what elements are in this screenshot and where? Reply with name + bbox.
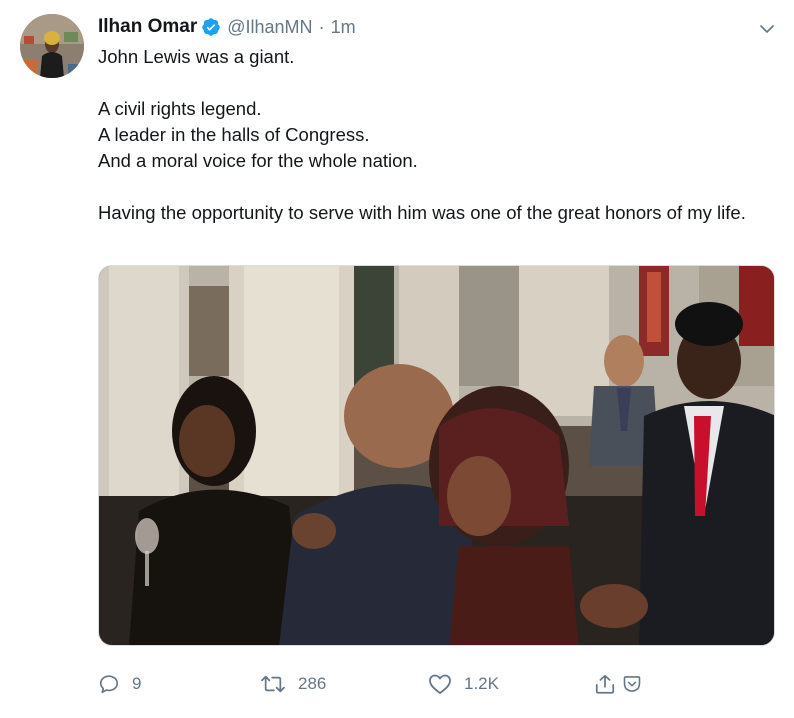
retweet-icon <box>260 673 286 695</box>
line-break <box>98 70 778 96</box>
like-icon <box>428 673 452 695</box>
author-handle[interactable]: @IlhanMN <box>227 17 312 38</box>
avatar[interactable] <box>20 14 84 78</box>
tweet[interactable]: Ilhan Omar @IlhanMN · 1m John Lewis was … <box>0 0 794 718</box>
tweet-line: John Lewis was a giant. <box>98 46 295 67</box>
avatar-image <box>20 14 84 78</box>
tweet-header: Ilhan Omar @IlhanMN · 1m <box>98 14 356 40</box>
reply-count: 9 <box>132 674 142 693</box>
line-break <box>98 174 778 200</box>
tweet-line: A civil rights legend. <box>98 98 262 119</box>
pocket-icon <box>622 674 642 694</box>
author-display-name[interactable]: Ilhan Omar <box>98 16 197 38</box>
share-button[interactable] <box>594 668 616 700</box>
tweet-photo[interactable] <box>98 265 775 646</box>
tweet-text: John Lewis was a giant. A civil rights l… <box>98 44 778 226</box>
photo-scene <box>99 266 774 645</box>
retweet-button[interactable]: 286 <box>260 668 326 700</box>
tweet-timestamp[interactable]: 1m <box>331 17 356 38</box>
reply-icon <box>98 673 120 695</box>
retweet-count: 286 <box>298 674 327 693</box>
share-icon <box>594 673 616 695</box>
verified-badge-icon <box>201 17 221 37</box>
tweet-actions: 9 286 1.2K <box>98 668 778 700</box>
chevron-down-icon[interactable] <box>756 18 778 40</box>
separator-dot: · <box>318 16 325 37</box>
like-count: 1.2K <box>464 674 499 693</box>
tweet-line: Having the opportunity to serve with him… <box>98 202 746 223</box>
reply-button[interactable]: 9 <box>98 668 141 700</box>
like-button[interactable]: 1.2K <box>428 668 499 700</box>
tweet-line: And a moral voice for the whole nation. <box>98 150 418 171</box>
pocket-button[interactable] <box>622 668 642 700</box>
tweet-line: A leader in the halls of Congress. <box>98 124 370 145</box>
